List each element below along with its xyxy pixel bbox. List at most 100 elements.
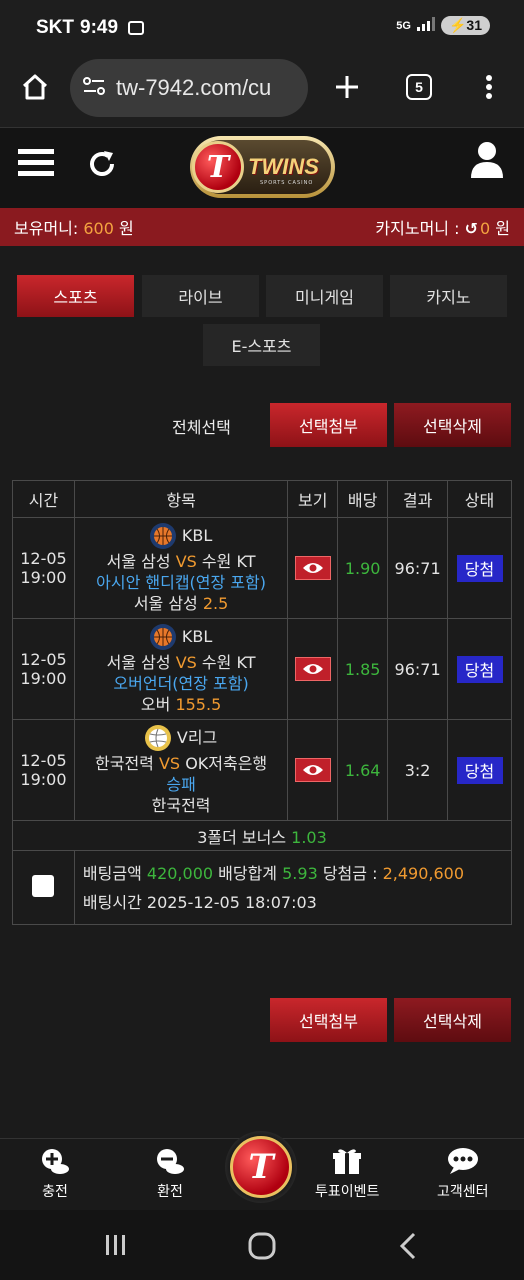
status-badge: 당첨 (456, 554, 503, 582)
home-nav-icon[interactable] (248, 1232, 276, 1264)
header-view: 보기 (287, 480, 339, 518)
casino-refresh-icon[interactable]: ↺ (465, 219, 478, 238)
home-team: 서울 삼성 (106, 551, 171, 571)
basketball-icon (149, 522, 176, 549)
new-tab-icon[interactable] (330, 70, 364, 104)
system-nav-bar (0, 1210, 524, 1280)
delete-selected-button[interactable]: 선택삭제 (394, 403, 511, 447)
home-team: 한국전력 (95, 753, 154, 773)
attach-selected-button[interactable]: 선택첨부 (270, 403, 387, 447)
attach-selected-button-bottom[interactable]: 선택첨부 (270, 998, 387, 1042)
tab-esports[interactable]: E-스포츠 (203, 324, 320, 366)
row-status: 당첨 (447, 719, 512, 821)
row-date: 12-05 (20, 751, 67, 770)
battery-icon: ⚡31 (440, 16, 490, 35)
view-eye-icon[interactable] (294, 556, 331, 580)
bet-win: 2,490,600 (382, 863, 464, 883)
pick-name: 한국전력 (151, 795, 211, 815)
battery-level: 31 (466, 17, 482, 33)
casino-balance-unit: 원 (490, 219, 510, 238)
nav-deposit-label: 충전 (42, 1184, 68, 1200)
money-bar: 보유머니: 600 원 카지노머니 : ↺ 0 원 (0, 208, 524, 246)
refresh-icon[interactable] (86, 148, 118, 184)
balance-label: 보유머니: (14, 219, 84, 238)
header-odds: 배당 (337, 480, 389, 518)
user-icon[interactable] (469, 140, 505, 184)
home-icon[interactable] (18, 70, 52, 104)
row-item: V리그 한국전력 VS OK저축은행 승패 한국전력 (73, 719, 289, 821)
more-menu-icon[interactable] (472, 70, 506, 104)
network-label: 5G (396, 19, 411, 32)
row-view (287, 517, 339, 619)
hamburger-menu-icon[interactable] (18, 148, 54, 182)
home-team: 서울 삼성 (106, 652, 171, 672)
clock: 9:49 (80, 17, 119, 38)
browser-toolbar: tw-7942.com/cu 5 (0, 56, 524, 128)
pick-value: 2.5 (202, 593, 229, 613)
site-settings-icon[interactable] (82, 76, 106, 100)
nav-support[interactable]: 고객센터 (437, 1147, 489, 1201)
tab-minigame[interactable]: 미니게임 (266, 275, 383, 317)
row-status: 당첨 (447, 517, 512, 619)
screenshot-icon (128, 21, 145, 35)
nav-deposit[interactable]: 충전 (40, 1147, 70, 1201)
row-odds: 1.85 (337, 618, 389, 720)
table-row: 12-05 19:00 KBL 서울 삼성 VS 수원 KT 아시안 핸디캡(연장… (12, 517, 512, 619)
row-market: 승패 (166, 774, 196, 794)
volleyball-icon (144, 724, 171, 751)
view-eye-icon[interactable] (294, 657, 331, 681)
tabs-button[interactable]: 5 (402, 70, 436, 104)
row-hour: 19:00 (20, 669, 67, 688)
delete-selected-button-bottom[interactable]: 선택삭제 (394, 998, 511, 1042)
select-all-button[interactable]: 전체선택 (172, 414, 231, 438)
balance-value: 600 (83, 219, 114, 238)
bet-amounts: 배팅금액 420,000 배당합계 5.93 당첨금 : 2,490,600 (83, 859, 511, 888)
row-matchup: 서울 삼성 VS 수원 KT (75, 652, 287, 673)
bet-total: 5.93 (282, 863, 318, 883)
row-pick: 한국전력 (75, 795, 287, 816)
bet-summary-row: 배팅금액 420,000 배당합계 5.93 당첨금 : 2,490,600 배… (12, 850, 513, 925)
bet-checkbox[interactable] (32, 874, 55, 897)
row-time: 12-05 19:00 (12, 618, 75, 720)
bet-history-table: 시간 항목 보기 배당 결과 상태 12-05 19:00 KBL 서울 삼성 V… (12, 480, 513, 925)
vs-label: VS (175, 652, 197, 672)
tab-casino[interactable]: 카지노 (390, 275, 507, 317)
row-status: 당첨 (447, 618, 512, 720)
bet-summary: 배팅금액 420,000 배당합계 5.93 당첨금 : 2,490,600 배… (73, 850, 513, 925)
row-matchup: 서울 삼성 VS 수원 KT (75, 551, 287, 572)
carrier: SKT (36, 17, 74, 38)
nav-home-logo[interactable]: T (225, 1131, 297, 1203)
bonus-label: 3폴더 보너스 (197, 827, 292, 847)
nav-withdraw[interactable]: 환전 (155, 1147, 185, 1201)
tab-sports[interactable]: 스포츠 (17, 275, 134, 317)
signal-icon (416, 17, 435, 34)
row-league: V리그 (144, 724, 217, 751)
bonus-value: 1.03 (291, 827, 327, 847)
pick-value: 155.5 (175, 694, 222, 714)
site-logo[interactable]: T TWINS SPORTS CASINO (190, 136, 335, 198)
row-time: 12-05 19:00 (12, 719, 75, 821)
away-team: 수원 KT (201, 652, 256, 672)
row-view (287, 719, 339, 821)
logo-text: TWINS (248, 154, 319, 179)
back-icon[interactable] (398, 1232, 418, 1264)
url-bar[interactable]: tw-7942.com/cu (70, 59, 308, 117)
status-badge: 당첨 (456, 655, 503, 683)
row-league: KBL (149, 522, 212, 549)
recent-apps-icon[interactable] (104, 1234, 128, 1260)
pick-name: 오버 (140, 694, 171, 714)
site-header: T TWINS SPORTS CASINO (0, 128, 524, 208)
casino-balance: 카지노머니 : ↺ 0 원 (375, 215, 510, 239)
deposit-icon (40, 1147, 70, 1179)
bet-amount: 420,000 (146, 863, 214, 883)
table-row: 12-05 19:00 V리그 한국전력 VS OK저축은행 승패 한국전력 1.… (12, 719, 512, 821)
row-view (287, 618, 339, 720)
row-odds: 1.90 (337, 517, 389, 619)
basketball-icon (149, 623, 176, 650)
row-pick: 오버 155.5 (75, 694, 287, 715)
nav-withdraw-label: 환전 (157, 1184, 183, 1200)
view-eye-icon[interactable] (294, 758, 331, 782)
tab-live[interactable]: 라이브 (142, 275, 259, 317)
nav-event[interactable]: 투표이벤트 (315, 1147, 379, 1201)
row-time: 12-05 19:00 (12, 517, 75, 619)
